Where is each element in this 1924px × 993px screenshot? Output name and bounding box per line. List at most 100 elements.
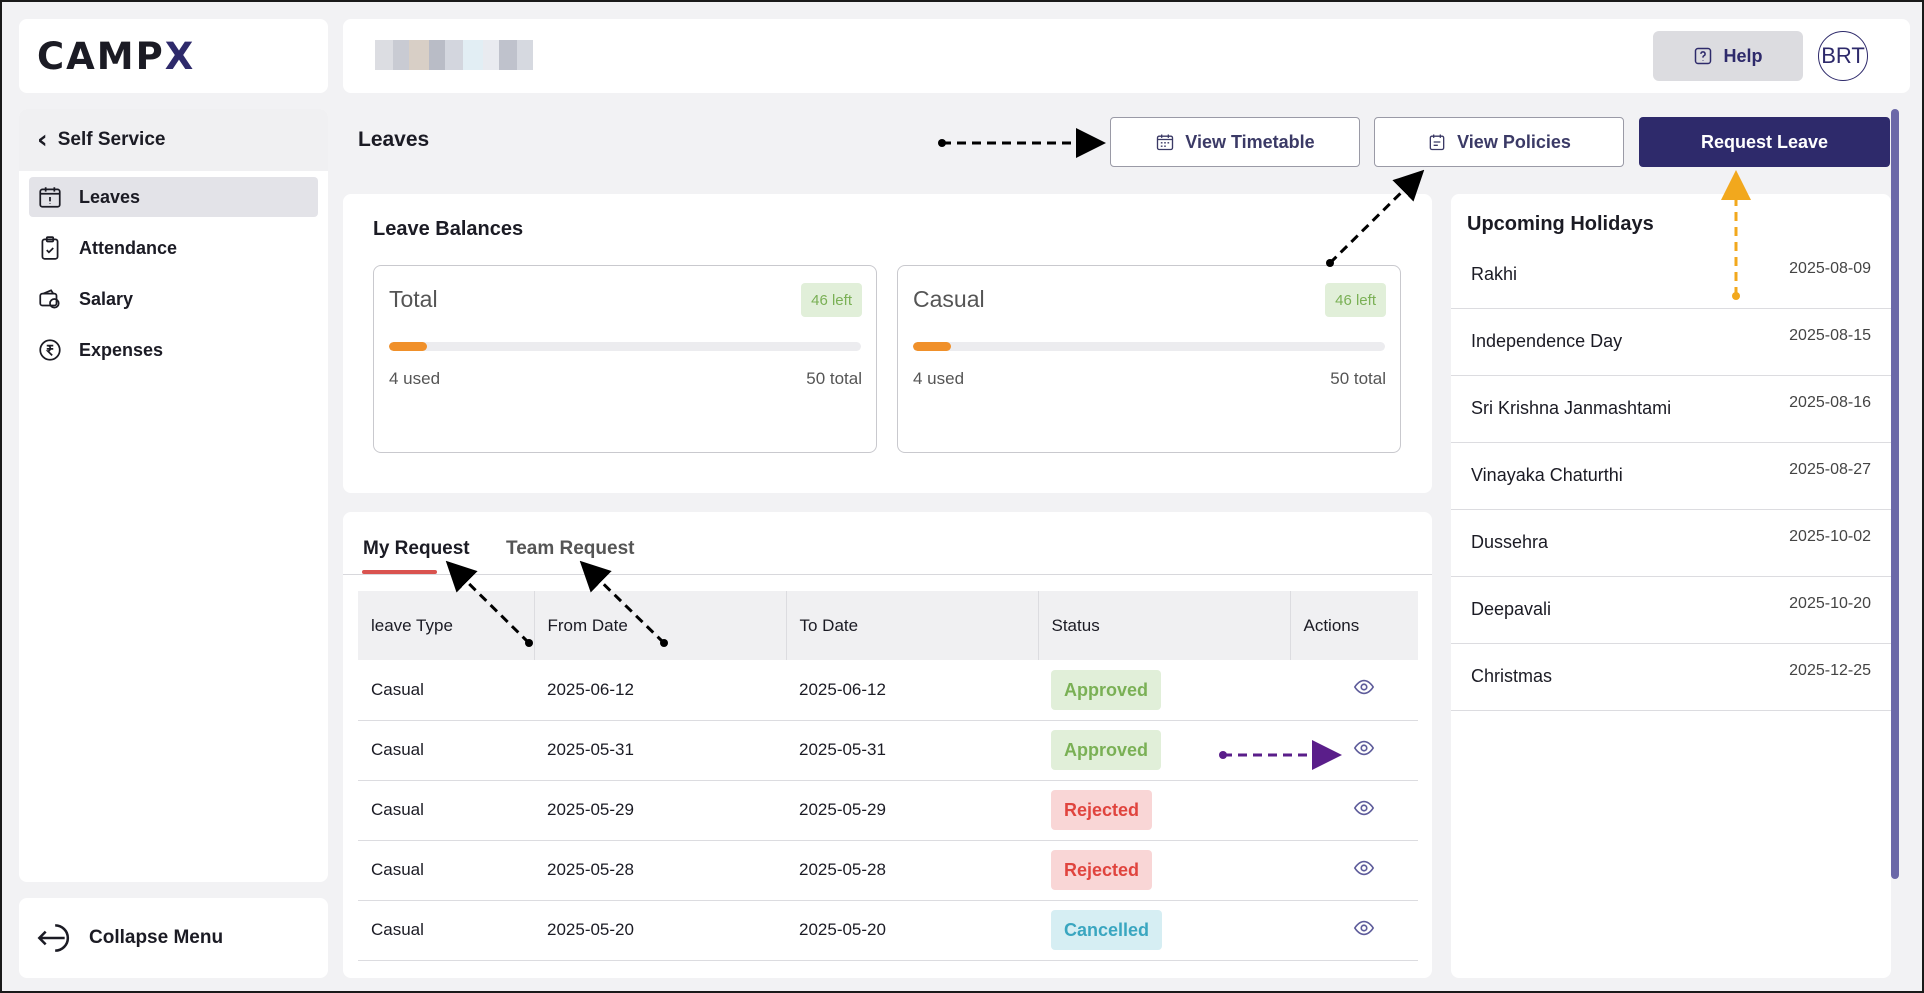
campx-logo: CAMPX (37, 34, 196, 78)
balance-progress-track (389, 342, 861, 351)
column-header: leave Type (358, 591, 535, 660)
help-button[interactable]: Help (1653, 31, 1803, 81)
sidebar-item-expenses[interactable]: Expenses (29, 330, 318, 370)
status-badge: Approved (1051, 730, 1162, 770)
sidebar-item-label: Expenses (79, 339, 164, 360)
holiday-item: Dussehra 2025-10-02 (1451, 510, 1891, 577)
status-badge: Rejected (1051, 850, 1153, 890)
cell-leave-type: Casual (371, 920, 424, 939)
cell-leave-type: Casual (371, 860, 424, 879)
cell-actions (1290, 720, 1418, 780)
holiday-list: Rakhi 2025-08-09 Independence Day 2025-08-1… (1451, 242, 1891, 711)
holiday-date: 2025-12-25 (1789, 662, 1871, 679)
sidebar-item-attendance[interactable]: Attendance (29, 228, 318, 268)
sidebar-item-salary[interactable]: Salary (29, 279, 318, 319)
balance-used: 4 used (389, 369, 441, 388)
view-timetable-button[interactable]: View Timetable (1110, 117, 1360, 167)
rupee-circle-icon (39, 339, 61, 361)
sidebar-item-label: Salary (79, 288, 134, 309)
balance-used: 4 used (913, 369, 965, 388)
eye-icon[interactable] (1353, 797, 1375, 819)
eye-icon[interactable] (1353, 917, 1375, 939)
leave-balances-title: Leave Balances (373, 218, 524, 240)
tab-my-request[interactable]: My Request (363, 538, 470, 560)
column-header: From Date (534, 591, 787, 660)
help-icon (1695, 47, 1712, 65)
page-title: Leaves (358, 128, 430, 151)
cell-leave-type: Casual (371, 679, 424, 699)
status-badge: Approved (1051, 669, 1162, 710)
page-scrollbar[interactable] (1891, 109, 1899, 879)
holiday-item: Vinayaka Chaturthi 2025-08-27 (1451, 443, 1891, 510)
balance-progress-fill (913, 342, 951, 351)
column-header: Status (1038, 591, 1291, 660)
collapse-menu-label: Collapse Menu (89, 927, 224, 948)
upcoming-holidays-title: Upcoming Holidays (1467, 213, 1654, 235)
chevron-left-icon: ‹ (37, 125, 48, 155)
tab-team-request[interactable]: Team Request (506, 538, 634, 560)
holiday-item: Sri Krishna Janmashtami 2025-08-16 (1451, 376, 1891, 443)
table-row: Casual 2025-05-20 2025-05-20 Cancelled (358, 900, 1418, 960)
cell-leave-type: Casual (371, 800, 424, 819)
balance-name: Total (389, 286, 438, 312)
calendar-icon (1157, 134, 1174, 151)
eye-icon[interactable] (1353, 737, 1375, 759)
table-header-row: leave Type From Date To Date Status Acti… (358, 591, 1418, 660)
holiday-date: 2025-08-09 (1789, 260, 1871, 277)
holiday-date: 2025-08-16 (1789, 394, 1871, 411)
cell-to-date: 2025-05-20 (799, 920, 886, 939)
eye-icon[interactable] (1353, 857, 1375, 879)
holiday-item: Christmas 2025-12-25 (1451, 644, 1891, 711)
holiday-date: 2025-10-02 (1789, 528, 1871, 545)
holiday-item: Rakhi 2025-08-09 (1451, 242, 1891, 309)
balance-card-casual: Casual 46 left 4 used 50 total (897, 265, 1401, 453)
balance-left-badge: 46 left (801, 283, 862, 317)
table-row: Casual 2025-05-31 2025-05-31 Approved (358, 720, 1418, 780)
leave-balances-panel: Leave Balances Total 46 left 4 used 50 t… (343, 194, 1432, 493)
balance-card-total: Total 46 left 4 used 50 total (373, 265, 877, 453)
cell-from-date: 2025-05-20 (547, 920, 634, 939)
cell-to-date: 2025-05-28 (799, 860, 886, 879)
column-header: To Date (786, 591, 1039, 660)
sidebar-item-label: Leaves (79, 186, 141, 207)
sidebar-header-label: Self Service (57, 129, 166, 150)
annotation-arrow (938, 128, 1106, 158)
holiday-date: 2025-08-15 (1789, 327, 1871, 344)
cell-from-date: 2025-05-28 (547, 860, 634, 879)
view-policies-button[interactable]: View Policies (1374, 117, 1624, 167)
request-leave-button[interactable]: Request Leave (1639, 117, 1890, 167)
redacted-name (375, 40, 565, 70)
sidebar-item-leaves[interactable]: Leaves (29, 177, 318, 217)
cell-status: Rejected (1038, 840, 1290, 900)
balance-progress-track (913, 342, 1385, 351)
avatar[interactable]: BRT (1818, 31, 1868, 81)
holiday-name: Dussehra (1471, 532, 1549, 552)
requests-panel: My Request Team Request leave Type From … (343, 512, 1432, 978)
collapse-menu-button[interactable]: Collapse Menu (19, 898, 328, 978)
clipboard-check-icon (41, 236, 59, 260)
holiday-name: Sri Krishna Janmashtami (1471, 398, 1672, 418)
balance-progress-fill (389, 342, 427, 351)
table-row: Casual 2025-06-12 2025-06-12 Approved (358, 660, 1418, 720)
column-header: Actions (1303, 615, 1360, 635)
cell-leave-type: Casual (371, 740, 424, 759)
holiday-date: 2025-10-20 (1789, 595, 1871, 612)
policy-calendar-icon (1429, 134, 1445, 151)
cell-status: Approved (1038, 660, 1290, 720)
holiday-name: Rakhi (1471, 264, 1518, 284)
cell-actions (1290, 900, 1418, 960)
cell-to-date: 2025-05-29 (799, 800, 886, 819)
holiday-name: Deepavali (1471, 599, 1552, 619)
status-badge: Cancelled (1051, 910, 1163, 950)
eye-icon[interactable] (1353, 676, 1375, 698)
cell-actions (1290, 660, 1418, 720)
sidebar-back-button[interactable]: ‹ Self Service (19, 109, 328, 171)
cell-from-date: 2025-05-29 (547, 800, 634, 819)
holiday-date: 2025-08-27 (1789, 461, 1871, 478)
sidebar-item-label: Attendance (79, 237, 178, 258)
cell-from-date: 2025-05-31 (547, 740, 634, 759)
balance-name: Casual (913, 286, 985, 312)
holiday-name: Independence Day (1471, 331, 1623, 351)
cell-status: Rejected (1038, 780, 1290, 840)
sidebar-nav: Leaves Attendance Salary Expenses (19, 171, 328, 370)
